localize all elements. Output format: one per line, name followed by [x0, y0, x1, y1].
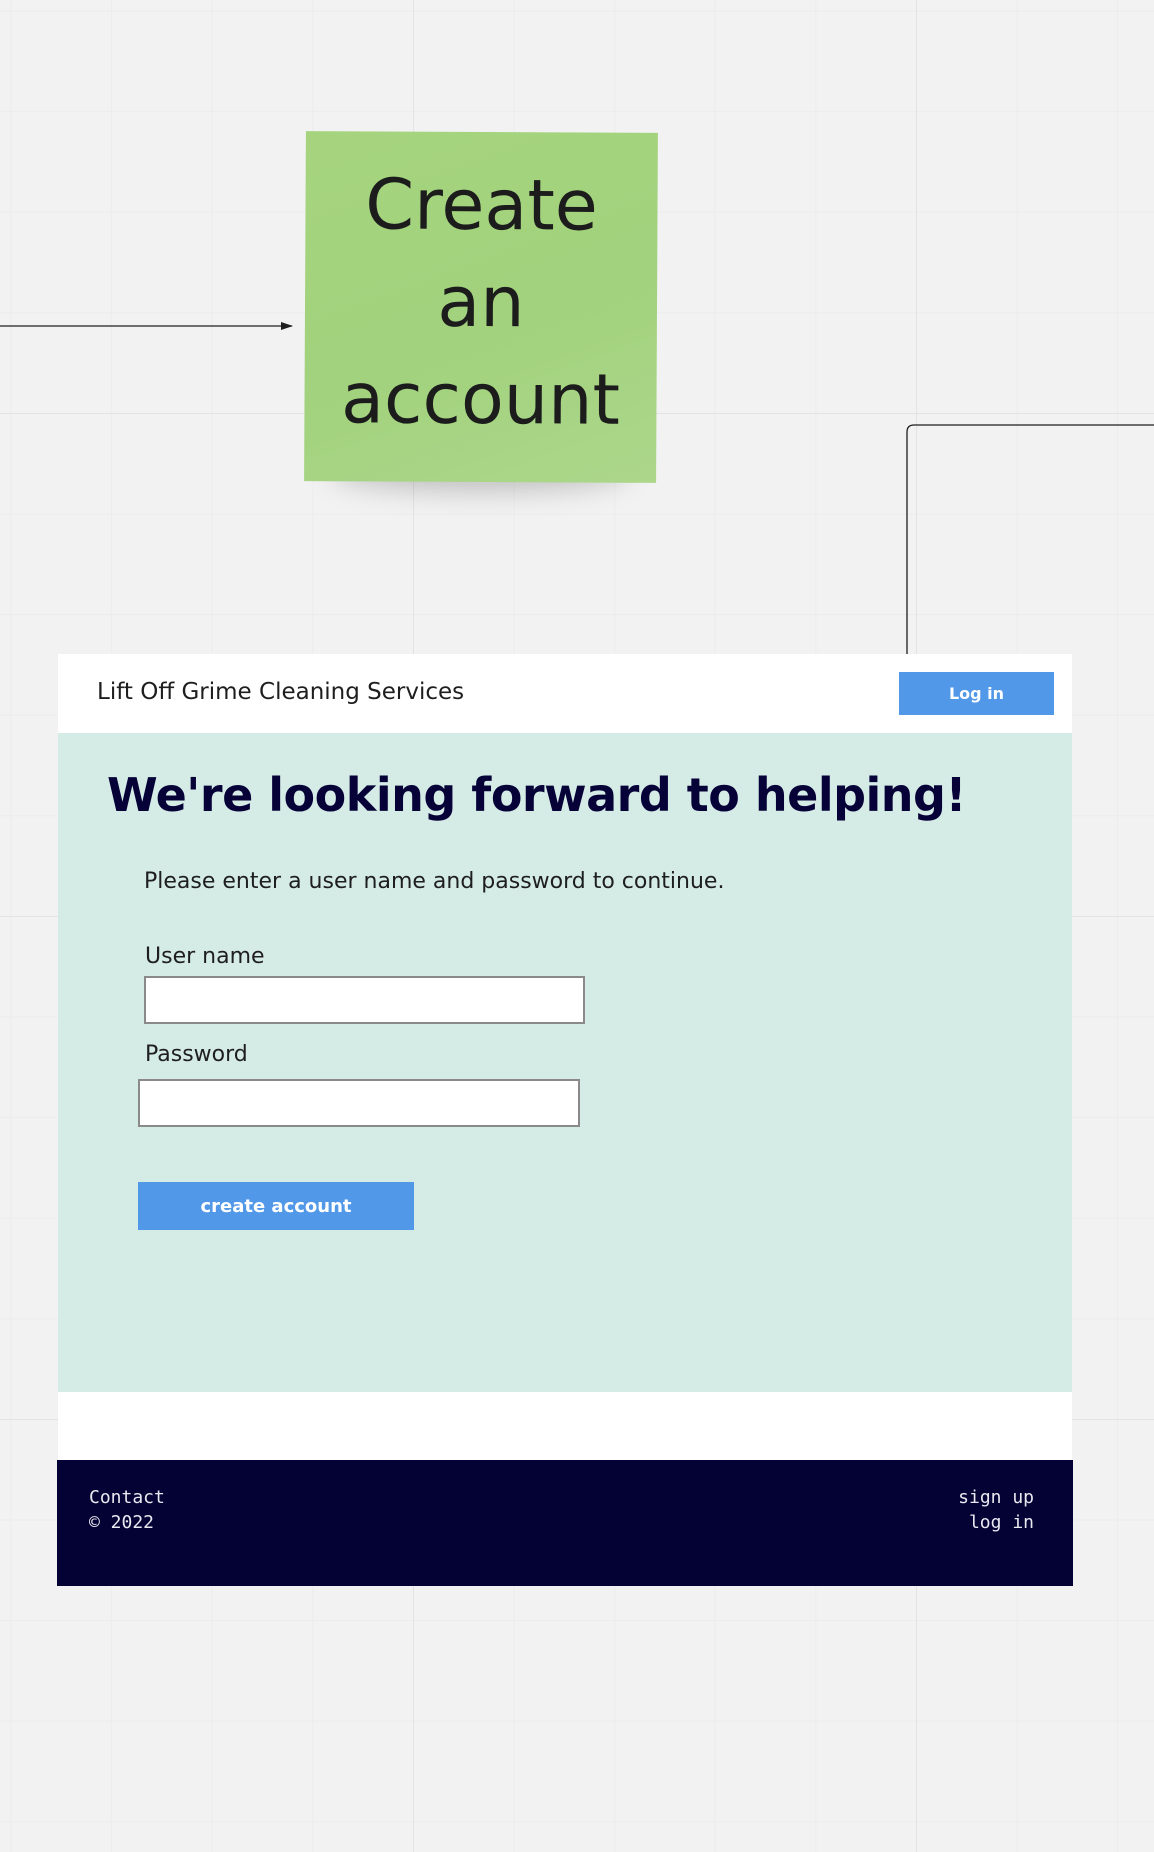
footer-left: Contact © 2022 [89, 1485, 165, 1535]
sticky-note[interactable]: Create an account [304, 131, 658, 483]
sticky-note-text: Create an account [340, 162, 621, 441]
password-label: Password [145, 1042, 248, 1067]
footer-right: sign up log in [958, 1485, 1034, 1535]
instructions-text: Please enter a user name and password to… [144, 869, 725, 894]
site-title: Lift Off Grime Cleaning Services [97, 679, 465, 705]
page-frame: Lift Off Grime Cleaning Services Log in … [57, 654, 1073, 1586]
content-spacer [58, 1392, 1072, 1460]
page-heading: We're looking forward to helping! [107, 768, 966, 822]
site-footer: Contact © 2022 sign up log in [57, 1460, 1073, 1586]
log-in-link[interactable]: log in [958, 1510, 1034, 1535]
username-label: User name [145, 944, 265, 969]
sign-up-link[interactable]: sign up [958, 1485, 1034, 1510]
site-header: Lift Off Grime Cleaning Services Log in [58, 654, 1072, 733]
password-field[interactable] [138, 1079, 580, 1127]
contact-link[interactable]: Contact [89, 1485, 165, 1510]
copyright-text: © 2022 [89, 1512, 155, 1533]
create-account-button[interactable]: create account [138, 1182, 414, 1230]
username-field[interactable] [144, 976, 585, 1024]
login-button[interactable]: Log in [899, 672, 1054, 715]
signup-section: We're looking forward to helping! Please… [58, 733, 1072, 1392]
